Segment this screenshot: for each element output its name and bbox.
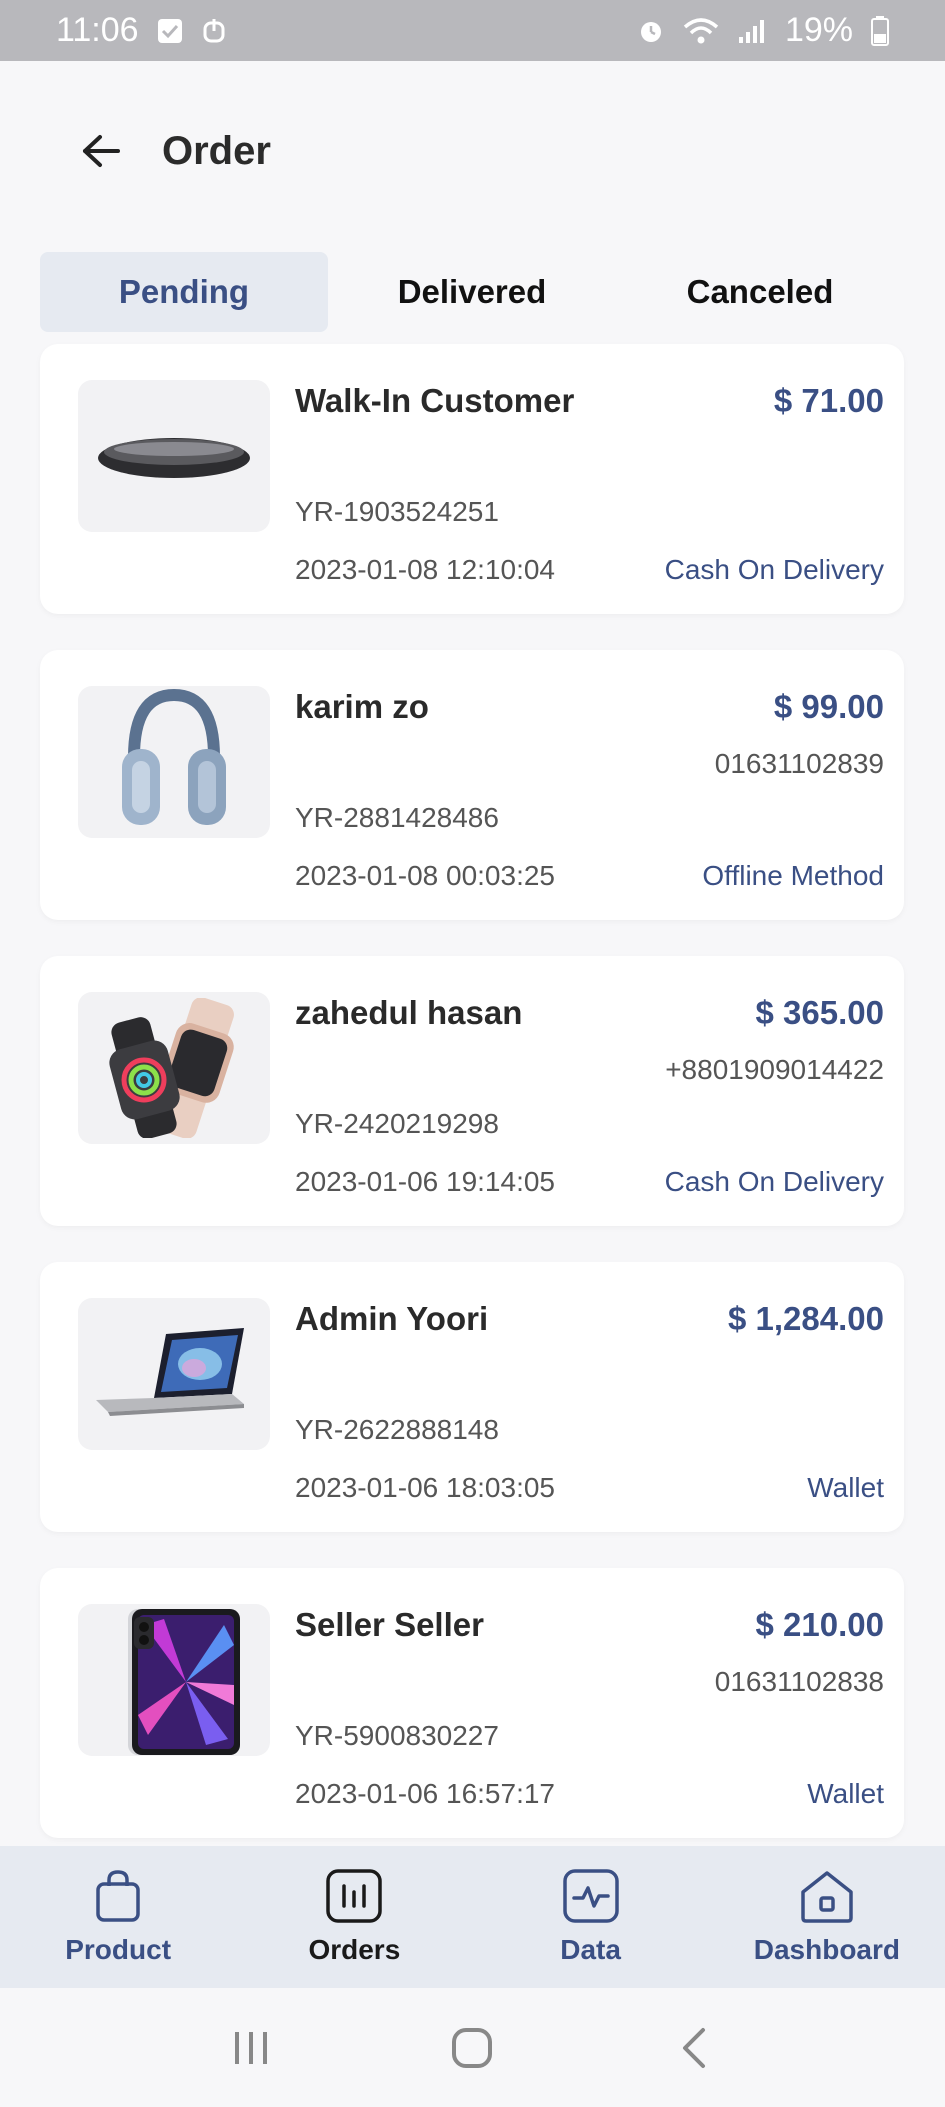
payment-method: Cash On Delivery — [664, 554, 884, 585]
bag-icon — [96, 1870, 140, 1922]
wifi-icon — [683, 17, 719, 45]
status-right: 19% — [637, 11, 889, 50]
order-id: YR-2420219298 — [295, 1108, 499, 1139]
nav-data[interactable]: Data — [473, 1846, 709, 1988]
product-thumbnail — [78, 1298, 270, 1450]
customer-name: zahedul hasan — [295, 994, 523, 1031]
recent-apps-button[interactable] — [221, 2018, 281, 2078]
tab-delivered[interactable]: Delivered — [328, 252, 616, 332]
customer-name: Admin Yoori — [295, 1300, 489, 1337]
product-thumbnail — [78, 380, 270, 532]
page-title: Order — [162, 128, 271, 173]
arrow-left-icon — [83, 135, 120, 167]
nav-dashboard[interactable]: Dashboard — [709, 1846, 945, 1988]
customer-name: Walk-In Customer — [295, 382, 575, 419]
status-left: 11:06 — [56, 11, 227, 50]
order-id: YR-2881428486 — [295, 802, 499, 833]
nav-product[interactable]: Product — [0, 1846, 236, 1988]
nav-label: Dashboard — [753, 1934, 900, 1965]
recent-apps-icon — [234, 2031, 267, 2064]
app-header: Order — [0, 61, 945, 241]
battery-percent: 19% — [784, 11, 853, 49]
battery-icon — [871, 15, 889, 46]
payment-method: Offline Method — [702, 860, 884, 891]
checkbox-notification-icon — [157, 18, 183, 44]
order-amount: $ 1,284.00 — [728, 1300, 884, 1337]
payment-method: Cash On Delivery — [664, 1166, 884, 1197]
order-amount: $ 99.00 — [773, 688, 884, 725]
home-circle-icon — [452, 2027, 493, 2068]
product-thumbnail — [78, 1604, 270, 1756]
order-card[interactable]: Seller Seller $ 210.00 01631102838 YR-59… — [40, 1568, 904, 1838]
nav-orders[interactable]: Orders — [236, 1846, 472, 1988]
customer-phone: 01631102838 — [714, 1666, 884, 1697]
tablet-image — [128, 1609, 240, 1755]
tab-pending[interactable]: Pending — [40, 252, 328, 332]
nav-label: Orders — [308, 1934, 401, 1965]
chevron-left-icon — [683, 2027, 706, 2068]
product-thumbnail — [78, 992, 270, 1144]
product-thumbnail — [78, 686, 270, 838]
signal-icon — [737, 17, 767, 45]
status-bar: 11:06 19% — [0, 0, 945, 61]
customer-name: karim zo — [295, 688, 429, 725]
laptop-image — [96, 1328, 244, 1416]
headphones-image — [122, 688, 226, 825]
chart-icon — [326, 1869, 383, 1923]
customer-name: Seller Seller — [295, 1606, 484, 1643]
tab-canceled[interactable]: Canceled — [616, 252, 904, 332]
nav-label: Product — [65, 1934, 172, 1965]
order-card[interactable]: zahedul hasan $ 365.00 +8801909014422 YR… — [40, 956, 904, 1226]
order-date: 2023-01-06 19:14:05 — [295, 1166, 555, 1197]
order-date: 2023-01-06 16:57:17 — [295, 1778, 555, 1809]
pulse-icon — [562, 1869, 619, 1923]
order-card[interactable]: karim zo $ 99.00 01631102839 YR-28814284… — [40, 650, 904, 920]
vpn-notification-icon — [201, 17, 227, 45]
order-id: YR-2622888148 — [295, 1414, 499, 1445]
order-card[interactable]: Walk-In Customer $ 71.00 YR-1903524251 2… — [40, 344, 904, 614]
status-time: 11:06 — [56, 11, 139, 49]
order-id: YR-1903524251 — [295, 496, 499, 527]
order-amount: $ 71.00 — [773, 382, 884, 419]
mouse-image — [98, 438, 250, 478]
order-amount: $ 365.00 — [755, 994, 884, 1031]
payment-method: Wallet — [807, 1778, 884, 1809]
smartwatch-image — [109, 998, 234, 1138]
order-amount: $ 210.00 — [755, 1606, 884, 1643]
order-date: 2023-01-06 18:03:05 — [295, 1472, 555, 1503]
nav-label: Data — [560, 1934, 621, 1965]
order-id: YR-5900830227 — [295, 1720, 499, 1751]
home-icon — [801, 1871, 853, 1923]
bottom-navigation: Product Orders Data Dashboard — [0, 1846, 945, 1988]
back-button[interactable] — [78, 128, 124, 174]
order-date: 2023-01-08 12:10:04 — [295, 554, 555, 585]
payment-method: Wallet — [807, 1472, 884, 1503]
order-status-tabs: Pending Delivered Canceled — [40, 252, 904, 332]
home-button[interactable] — [442, 2018, 502, 2078]
customer-phone: 01631102839 — [714, 748, 884, 779]
order-card[interactable]: Admin Yoori $ 1,284.00 YR-2622888148 202… — [40, 1262, 904, 1532]
back-system-button[interactable] — [664, 2018, 724, 2078]
order-date: 2023-01-08 00:03:25 — [295, 860, 555, 891]
alarm-icon — [637, 17, 665, 45]
customer-phone: +8801909014422 — [665, 1054, 884, 1085]
system-navigation-bar — [0, 1988, 945, 2107]
